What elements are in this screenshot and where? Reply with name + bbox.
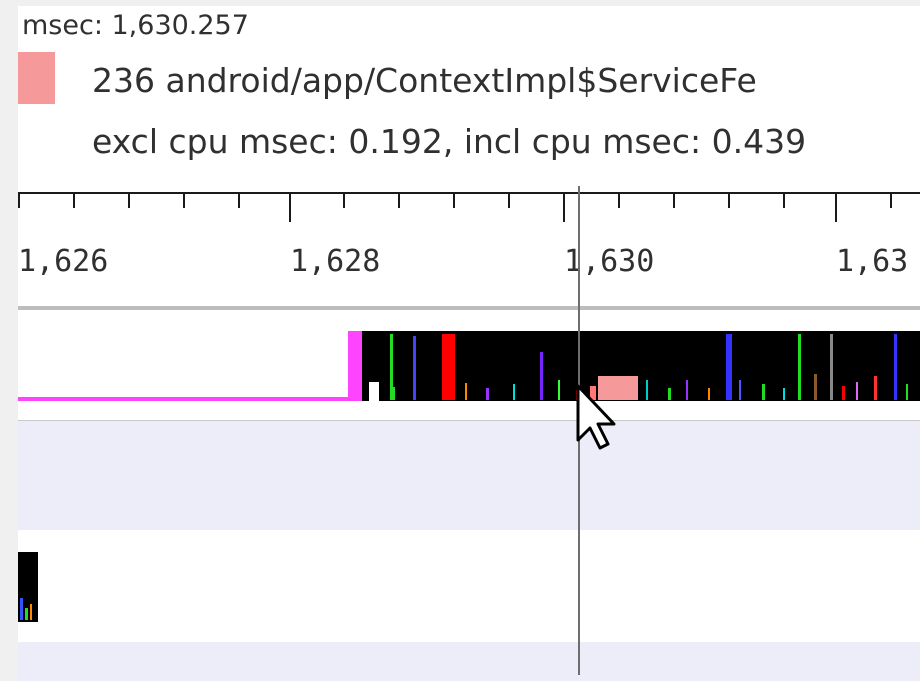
traceview-timeline-panel[interactable]: msec: 1,630.257 236 android/app/ContextI… <box>18 6 920 681</box>
call-bar <box>894 334 897 400</box>
cpu-time-label: excl cpu msec: 0.192, incl cpu msec: 0.4… <box>92 122 807 161</box>
axis-tick-minor <box>783 194 785 208</box>
call-bar <box>814 374 817 400</box>
thread-row-empty[interactable] <box>18 420 920 531</box>
call-bar <box>798 334 801 400</box>
axis-tick-minor <box>890 194 892 208</box>
call-bar <box>708 388 710 400</box>
axis-tick-minor <box>728 194 730 208</box>
call-bar <box>842 386 845 400</box>
axis-tick-minor <box>18 194 20 208</box>
thread-activity-strip[interactable] <box>18 310 920 420</box>
mouse-pointer-icon <box>576 384 616 450</box>
gap-white <box>369 382 379 401</box>
idle-thread-line <box>18 397 348 401</box>
axis-tick-minor <box>128 194 130 208</box>
call-bar <box>413 336 416 400</box>
call-bar <box>465 383 467 400</box>
call-bar <box>686 380 688 400</box>
axis-tick-label: 1,626 <box>18 244 109 279</box>
call-bar <box>830 334 833 400</box>
call-bar <box>906 384 908 400</box>
axis-tick-minor <box>618 194 620 208</box>
axis-tick-minor <box>508 194 510 208</box>
axis-tick-minor <box>398 194 400 208</box>
cursor-time-readout: msec: 1,630.257 <box>22 10 249 41</box>
call-bar <box>20 598 23 620</box>
thread-row-secondary[interactable] <box>18 530 920 642</box>
call-bar <box>726 334 732 400</box>
call-bar <box>540 352 543 400</box>
axis-tick-label: 1,628 <box>290 244 381 279</box>
axis-tick-major <box>289 194 291 222</box>
call-bar <box>762 384 765 400</box>
method-block-magenta <box>348 331 362 401</box>
axis-tick-minor <box>73 194 75 208</box>
axis-tick-major <box>563 194 565 222</box>
call-bar <box>392 387 395 400</box>
thread-row-main[interactable] <box>18 310 920 420</box>
thread-row-empty[interactable] <box>18 642 920 681</box>
thread-activity-strip-secondary[interactable] <box>18 530 920 642</box>
axis-tick-minor <box>453 194 455 208</box>
selection-info-panel: msec: 1,630.257 236 android/app/ContextI… <box>18 6 920 176</box>
call-bar <box>442 334 455 400</box>
call-bar <box>558 380 560 400</box>
axis-tick-minor <box>238 194 240 208</box>
call-bar <box>668 388 671 400</box>
axis-tick-label: 1,63 <box>836 244 909 279</box>
call-bar <box>783 388 785 400</box>
call-bar <box>739 380 741 400</box>
call-bar <box>25 608 28 620</box>
axis-tick-minor <box>183 194 185 208</box>
call-bar <box>646 380 648 400</box>
method-color-swatch <box>18 52 55 104</box>
call-bar <box>30 604 32 620</box>
axis-tick-minor <box>343 194 345 208</box>
axis-tick-minor <box>673 194 675 208</box>
axis-tick-major <box>835 194 837 222</box>
call-bar <box>486 388 489 400</box>
call-bar <box>856 382 858 400</box>
call-bar <box>874 376 877 400</box>
time-axis[interactable]: 1,626 1,628 1,630 1,63 <box>18 192 920 312</box>
call-bar <box>513 384 515 400</box>
method-name-label: 236 android/app/ContextImpl$ServiceFe <box>92 61 757 100</box>
